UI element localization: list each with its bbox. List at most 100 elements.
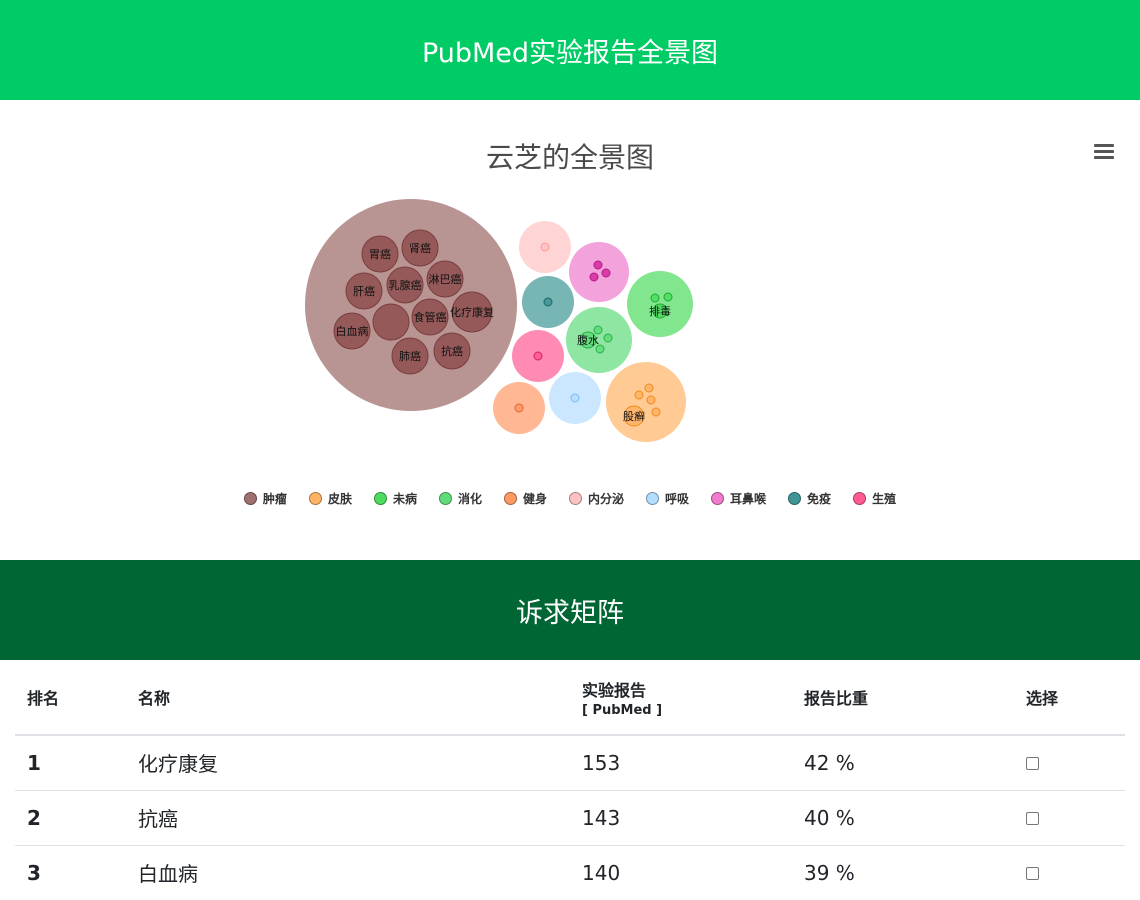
- bubble-point[interactable]: [646, 395, 656, 405]
- bubble-point[interactable]: [650, 293, 660, 303]
- row-name: 化疗康复: [126, 735, 570, 791]
- row-select-cell: [1014, 735, 1125, 791]
- bubble-point[interactable]: [593, 325, 603, 335]
- bubble-point[interactable]: [601, 268, 611, 278]
- row-ratio: 42 %: [792, 735, 1014, 791]
- legend-item[interactable]: 生殖: [853, 490, 896, 507]
- row-rank: 2: [15, 790, 126, 846]
- legend-item[interactable]: 内分泌: [569, 490, 624, 507]
- legend-label: 免疫: [807, 492, 832, 506]
- legend-swatch-icon: [569, 492, 582, 505]
- bubble-point[interactable]: [595, 344, 605, 354]
- legend-swatch-icon: [711, 492, 725, 505]
- bubble-label: 肝癌: [353, 284, 375, 298]
- table-header-row: 排名 名称 实验报告 [ PubMed ] 报告比重 选择: [15, 660, 1125, 736]
- table-row: 3 白血病 140 39 %: [15, 845, 1125, 900]
- bubble-point[interactable]: [514, 403, 524, 413]
- legend-label: 未病: [392, 492, 417, 506]
- hamburger-menu-icon[interactable]: [1094, 144, 1114, 162]
- header-select: 选择: [1014, 660, 1125, 736]
- row-name: 白血病: [126, 845, 570, 900]
- bubble-point[interactable]: [644, 383, 654, 393]
- bubble-point[interactable]: [593, 260, 603, 270]
- section-header: 诉求矩阵: [0, 560, 1140, 660]
- legend-swatch-icon: [373, 492, 387, 505]
- chart-title: 云芝的全景图: [485, 141, 654, 174]
- row-name: 抗癌: [126, 790, 570, 846]
- bubble-label: 乳腺癌: [389, 278, 422, 292]
- legend-item[interactable]: 皮肤: [308, 490, 352, 507]
- bubble-point[interactable]: [603, 333, 613, 343]
- legend-swatch-icon: [788, 492, 802, 505]
- legend-label: 呼吸: [665, 492, 690, 506]
- row-select-checkbox[interactable]: [1026, 756, 1039, 770]
- bubble-point[interactable]: [540, 242, 550, 252]
- bubble-group[interactable]: [566, 307, 632, 373]
- header-name: 名称: [126, 660, 570, 736]
- bubble-label: 肾癌: [409, 241, 431, 255]
- bubble-point[interactable]: [533, 351, 543, 361]
- legend-label: 健身: [522, 492, 547, 506]
- bubble-group[interactable]: [606, 362, 686, 442]
- legend-item[interactable]: 肿瘤: [243, 490, 287, 507]
- bubble-point[interactable]: [634, 390, 644, 400]
- bubble-label: 淋巴癌: [429, 272, 462, 286]
- header-ratio: 报告比重: [792, 660, 1014, 736]
- row-rank: 3: [15, 845, 126, 900]
- row-reports: 143: [570, 790, 792, 846]
- legend-label: 生殖: [872, 492, 897, 506]
- header-rank: 排名: [15, 660, 126, 736]
- header-reports-sub: [ PubMed ]: [582, 702, 663, 718]
- bubble-label: 抗癌: [441, 344, 463, 358]
- table-row: 1 化疗康复 153 42 %: [15, 735, 1125, 791]
- bubble-point[interactable]: [589, 272, 599, 282]
- table-row: 2 抗癌 143 40 %: [15, 790, 1125, 846]
- bubble-label: 股癣: [623, 409, 645, 423]
- legend-swatch-icon: [853, 492, 867, 505]
- row-rank: 1: [15, 735, 126, 791]
- legend-swatch-icon: [308, 492, 322, 505]
- bubble-point[interactable]: [543, 297, 553, 307]
- row-select-checkbox[interactable]: [1026, 866, 1039, 880]
- bubble-label: 胃癌: [369, 247, 391, 261]
- bubble-label: 白血病: [336, 324, 369, 338]
- row-select-cell: [1014, 790, 1125, 846]
- bubble-label: 化疗康复: [450, 305, 494, 319]
- legend-label: 肿瘤: [262, 492, 287, 506]
- header-reports: 实验报告 [ PubMed ]: [570, 660, 792, 736]
- legend-label: 耳鼻喉: [730, 492, 767, 506]
- page-title: PubMed实验报告全景图: [421, 37, 719, 69]
- bubble-point[interactable]: [570, 393, 580, 403]
- chart-legend: 肿瘤 皮肤 未病 消化 健身 内分泌 呼吸 耳鼻喉 免疫 生殖: [0, 490, 1140, 507]
- legend-swatch-icon: [503, 492, 517, 505]
- bubble-chart: 胃癌 肾癌 淋巴癌 乳腺癌 肝癌 化疗康复 食管癌 白血病 抗癌 肺癌 排毒 腹水 股癣 云芝的全景图 …: [0, 100, 1140, 560]
- legend-item[interactable]: 耳鼻喉: [711, 490, 766, 507]
- bubble-label: 腹水: [577, 333, 599, 347]
- row-ratio: 39 %: [792, 845, 1014, 900]
- bubble-label: 排毒: [649, 304, 671, 318]
- demand-matrix-table: 排名 名称 实验报告 [ PubMed ] 报告比重 选择 1 化疗康复 153…: [15, 660, 1125, 900]
- bubble-point[interactable]: [372, 303, 410, 341]
- legend-item[interactable]: 呼吸: [646, 490, 689, 507]
- bubble-group[interactable]: [569, 242, 629, 302]
- legend-item[interactable]: 未病: [373, 490, 417, 507]
- section-title: 诉求矩阵: [516, 597, 624, 629]
- legend-swatch-icon: [438, 492, 452, 505]
- page-header: PubMed实验报告全景图: [0, 0, 1140, 100]
- bubble-point[interactable]: [651, 407, 661, 417]
- bubble-point[interactable]: [663, 292, 673, 302]
- legend-label: 内分泌: [588, 492, 625, 506]
- header-reports-label: 实验报告: [582, 680, 647, 700]
- bubble-label: 食管癌: [414, 310, 447, 324]
- row-reports: 140: [570, 845, 792, 900]
- legend-item[interactable]: 免疫: [788, 490, 831, 507]
- row-select-cell: [1014, 845, 1125, 900]
- legend-label: 皮肤: [327, 492, 352, 506]
- legend-swatch-icon: [646, 492, 660, 505]
- row-select-checkbox[interactable]: [1026, 811, 1039, 825]
- legend-item[interactable]: 健身: [503, 490, 547, 507]
- legend-swatch-icon: [243, 492, 257, 505]
- legend-label: 消化: [457, 492, 482, 506]
- legend-item[interactable]: 消化: [438, 490, 482, 507]
- row-reports: 153: [570, 735, 792, 791]
